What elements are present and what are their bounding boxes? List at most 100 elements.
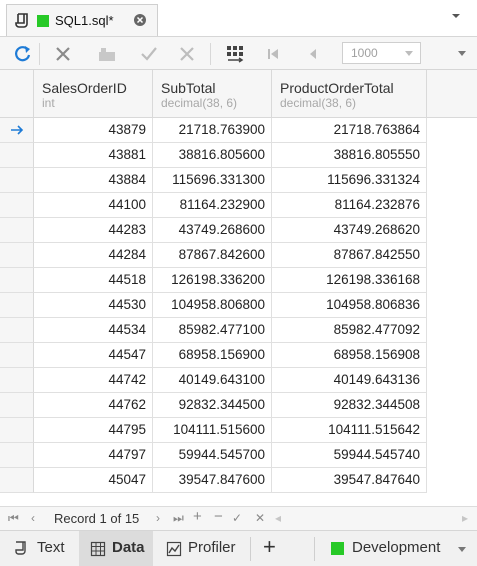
row-header-corner: [0, 70, 34, 118]
table-cell[interactable]: 44547: [34, 343, 153, 368]
table-cell[interactable]: 44795: [34, 418, 153, 443]
table-cell[interactable]: 92832.344508: [272, 393, 427, 418]
row-header[interactable]: [0, 118, 34, 143]
previous-page-icon[interactable]: [302, 43, 324, 65]
table-cell[interactable]: 39547.847640: [272, 468, 427, 493]
table-cell[interactable]: 87867.842600: [153, 243, 272, 268]
table-cell[interactable]: 38816.805550: [272, 143, 427, 168]
row-header[interactable]: [0, 293, 34, 318]
table-cell[interactable]: 21718.763900: [153, 118, 272, 143]
first-record-icon[interactable]: ⏮: [8, 511, 19, 526]
row-header[interactable]: [0, 243, 34, 268]
toolbar-overflow-icon[interactable]: [458, 51, 466, 56]
environment-selector[interactable]: Development: [352, 539, 440, 556]
table-cell[interactable]: 104958.806836: [272, 293, 427, 318]
row-header[interactable]: [0, 168, 34, 193]
table-cell[interactable]: 38816.805600: [153, 143, 272, 168]
first-page-icon[interactable]: [262, 43, 284, 65]
table-cell[interactable]: 104958.806800: [153, 293, 272, 318]
table-cell[interactable]: 44283: [34, 218, 153, 243]
table-cell[interactable]: 44797: [34, 443, 153, 468]
next-record-icon[interactable]: ›: [156, 511, 160, 525]
previous-record-icon[interactable]: ‹: [31, 511, 35, 525]
tab-list-dropdown-icon[interactable]: [450, 10, 462, 22]
edit-data-icon[interactable]: [96, 43, 118, 65]
table-cell[interactable]: 115696.331324: [272, 168, 427, 193]
table-cell[interactable]: 126198.336168: [272, 268, 427, 293]
tab-sql1[interactable]: SQL1.sql*: [6, 4, 158, 36]
table-cell[interactable]: 85982.477100: [153, 318, 272, 343]
row-limit-select[interactable]: 1000: [342, 42, 421, 64]
row-header[interactable]: [0, 268, 34, 293]
row-header[interactable]: [0, 468, 34, 493]
table-cell[interactable]: 104111.515642: [272, 418, 427, 443]
table-cell[interactable]: 21718.763864: [272, 118, 427, 143]
table-cell[interactable]: 43749.268620: [272, 218, 427, 243]
table-cell[interactable]: 85982.477092: [272, 318, 427, 343]
table-cell[interactable]: 40149.643100: [153, 368, 272, 393]
table-cell[interactable]: 43884: [34, 168, 153, 193]
row-header[interactable]: [0, 193, 34, 218]
tab-data[interactable]: Data: [79, 531, 153, 566]
row-header[interactable]: [0, 143, 34, 168]
table-cell[interactable]: 44518: [34, 268, 153, 293]
add-view-icon[interactable]: +: [263, 534, 276, 560]
table-cell[interactable]: 59944.545700: [153, 443, 272, 468]
table-cell[interactable]: 44742: [34, 368, 153, 393]
add-record-icon[interactable]: +: [193, 508, 202, 525]
post-edit-icon[interactable]: ✓: [232, 511, 242, 525]
tab-text[interactable]: Text: [0, 531, 78, 566]
row-header[interactable]: [0, 343, 34, 368]
table-cell[interactable]: 126198.336200: [153, 268, 272, 293]
table-cell[interactable]: 44530: [34, 293, 153, 318]
tab-profiler[interactable]: Profiler: [154, 531, 248, 566]
row-header[interactable]: [0, 368, 34, 393]
table-cell[interactable]: 44534: [34, 318, 153, 343]
column-name: SubTotal: [161, 80, 216, 96]
tab-data-label: Data: [112, 539, 145, 556]
discard-changes-icon[interactable]: [176, 43, 198, 65]
refresh-icon[interactable]: [12, 43, 34, 65]
cancel-icon[interactable]: [52, 43, 74, 65]
table-cell[interactable]: 44284: [34, 243, 153, 268]
table-cell[interactable]: 45047: [34, 468, 153, 493]
grid-layout-icon[interactable]: [224, 43, 246, 65]
row-header[interactable]: [0, 393, 34, 418]
column-header-salesorderid[interactable]: SalesOrderID int: [34, 70, 153, 118]
environment-color-icon: [331, 542, 344, 555]
scroll-left-icon[interactable]: ◂: [275, 511, 281, 525]
table-cell[interactable]: 40149.643136: [272, 368, 427, 393]
table-cell[interactable]: 43879: [34, 118, 153, 143]
row-header[interactable]: [0, 318, 34, 343]
scroll-right-icon[interactable]: ▸: [462, 511, 468, 525]
table-cell[interactable]: 68958.156900: [153, 343, 272, 368]
table-cell[interactable]: 43881: [34, 143, 153, 168]
row-header[interactable]: [0, 218, 34, 243]
row-header[interactable]: [0, 443, 34, 468]
table-cell[interactable]: 115696.331300: [153, 168, 272, 193]
table-cell[interactable]: 44100: [34, 193, 153, 218]
table-cell[interactable]: 104111.515600: [153, 418, 272, 443]
table-cell[interactable]: 81164.232900: [153, 193, 272, 218]
column-header-productordertotal[interactable]: ProductOrderTotal decimal(38, 6): [272, 70, 427, 118]
table-cell[interactable]: 92832.344500: [153, 393, 272, 418]
chevron-down-icon[interactable]: [458, 547, 466, 552]
row-header[interactable]: [0, 418, 34, 443]
results-grid: SalesOrderID int SubTotal decimal(38, 6)…: [0, 70, 477, 506]
table-cell[interactable]: 81164.232876: [272, 193, 427, 218]
column-header-subtotal[interactable]: SubTotal decimal(38, 6): [153, 70, 272, 118]
apply-changes-icon[interactable]: [138, 43, 160, 65]
delete-record-icon[interactable]: −: [214, 508, 223, 525]
grid-toolbar: 1000: [0, 36, 477, 70]
text-view-icon: [14, 541, 30, 557]
table-cell[interactable]: 43749.268600: [153, 218, 272, 243]
table-cell[interactable]: 39547.847600: [153, 468, 272, 493]
close-tab-icon[interactable]: [133, 13, 147, 27]
table-cell[interactable]: 87867.842550: [272, 243, 427, 268]
last-record-icon[interactable]: ⏭: [173, 511, 184, 526]
table-cell[interactable]: 59944.545740: [272, 443, 427, 468]
cancel-edit-icon[interactable]: ✕: [255, 511, 265, 525]
table-cell[interactable]: 68958.156908: [272, 343, 427, 368]
table-cell[interactable]: 44762: [34, 393, 153, 418]
tab-text-label: Text: [37, 539, 65, 556]
